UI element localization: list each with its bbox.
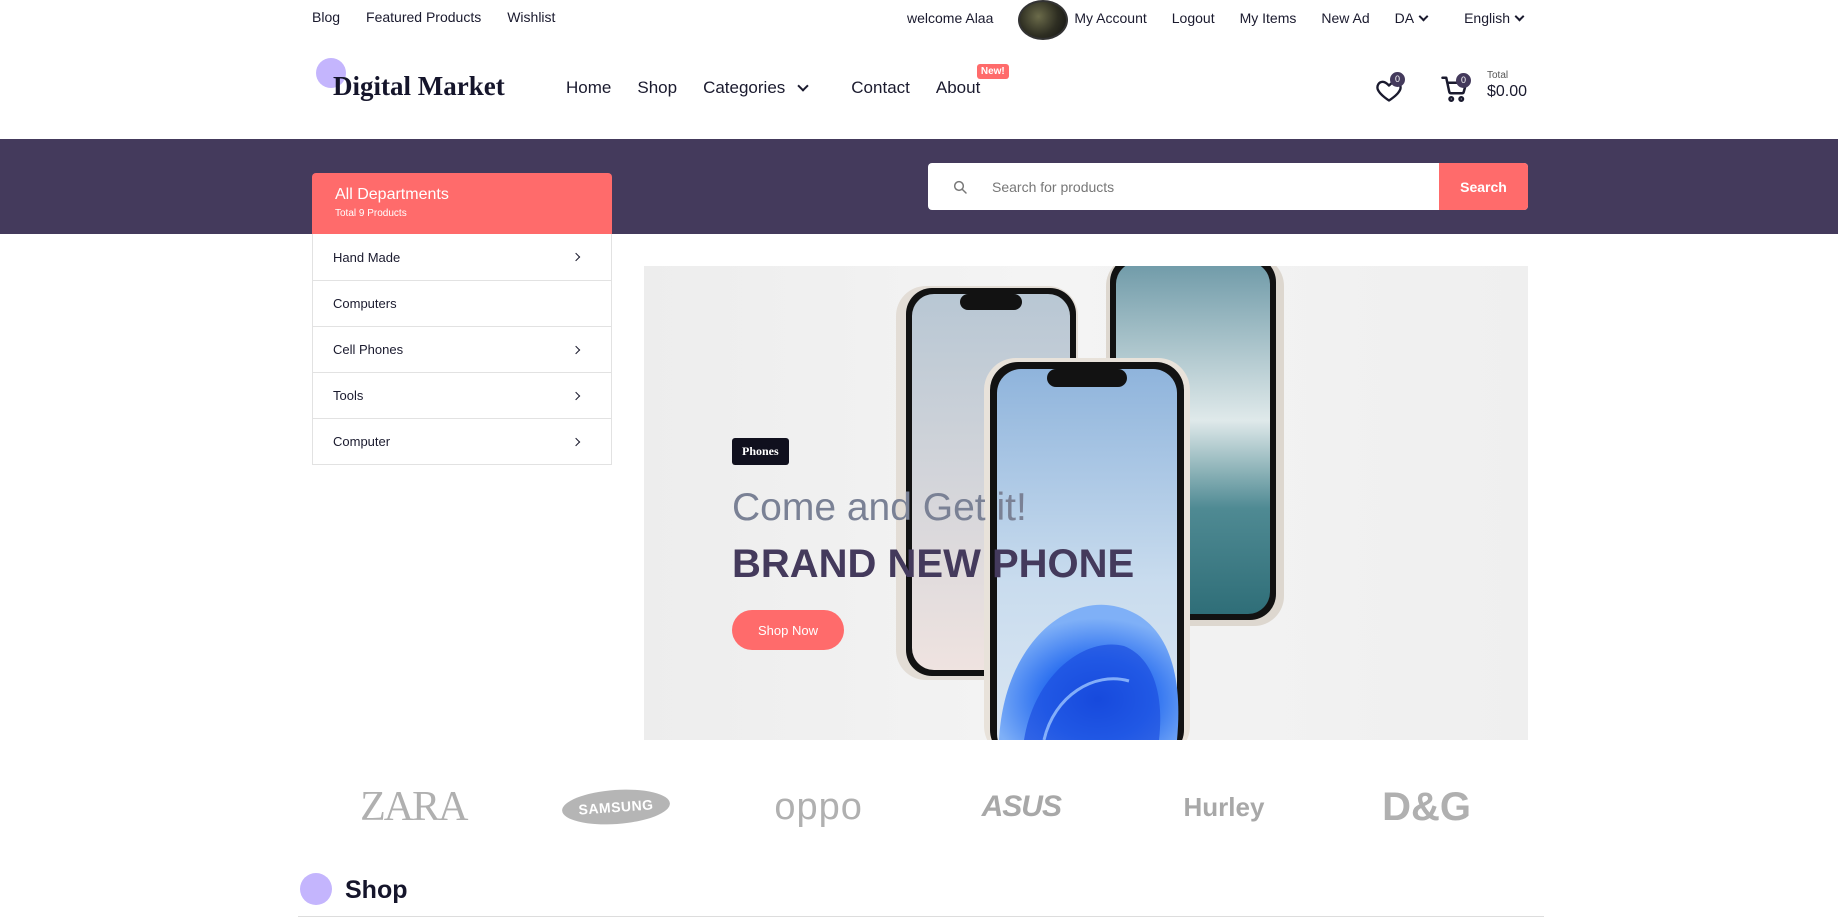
department-item-hand-made[interactable]: Hand Made bbox=[313, 234, 611, 280]
nav-categories[interactable]: Categories bbox=[703, 78, 825, 98]
hero-subtitle: Come and Get it! bbox=[732, 486, 1027, 529]
language-dropdown[interactable]: English bbox=[1464, 10, 1525, 26]
section-divider bbox=[298, 916, 1544, 917]
logout-link[interactable]: Logout bbox=[1172, 10, 1215, 26]
hero-category-tag: Phones bbox=[732, 438, 789, 465]
chevron-down-icon bbox=[797, 80, 809, 92]
my-account-label: My Account bbox=[1074, 10, 1147, 26]
chevron-right-icon bbox=[571, 345, 581, 354]
cart-button[interactable]: 0 bbox=[1440, 73, 1471, 104]
cart-total-amount: $0.00 bbox=[1487, 83, 1528, 100]
nav-home[interactable]: Home bbox=[566, 78, 611, 98]
department-label: Tools bbox=[333, 388, 364, 403]
shop-now-button[interactable]: Shop Now bbox=[732, 610, 844, 650]
nav-about[interactable]: About New! bbox=[935, 64, 1009, 98]
brand-name: SAMSUNG bbox=[560, 786, 672, 828]
brand-name: oppo bbox=[774, 785, 863, 828]
blog-link[interactable]: Blog bbox=[312, 9, 340, 25]
department-item-computers[interactable]: Computers bbox=[313, 280, 611, 326]
my-items-link[interactable]: My Items bbox=[1240, 10, 1297, 26]
department-item-tools[interactable]: Tools bbox=[313, 372, 611, 418]
main-nav: Home Shop Categories Contact About New! bbox=[566, 64, 1009, 98]
currency-dropdown[interactable]: DA bbox=[1394, 10, 1429, 26]
new-ad-link[interactable]: New Ad bbox=[1321, 10, 1369, 26]
new-badge: New! bbox=[976, 64, 1009, 79]
cart-count-badge: 0 bbox=[1456, 73, 1471, 88]
brand-logo-asus[interactable]: ASUS bbox=[941, 782, 1101, 832]
brand-logo-zara[interactable]: ZARA bbox=[333, 782, 493, 832]
featured-products-link[interactable]: Featured Products bbox=[366, 9, 481, 25]
search-button[interactable]: Search bbox=[1439, 163, 1528, 210]
avatar bbox=[1018, 0, 1069, 40]
department-label: Cell Phones bbox=[333, 342, 404, 357]
chevron-down-icon bbox=[1514, 11, 1525, 21]
brand-name: ZARA bbox=[360, 784, 468, 830]
search-icon bbox=[928, 163, 992, 210]
chevron-right-icon bbox=[571, 391, 581, 400]
nav-categories-label: Categories bbox=[703, 78, 786, 97]
top-bar: Blog Featured Products Wishlist welcome … bbox=[0, 0, 1838, 40]
wishlist-count-badge: 0 bbox=[1390, 72, 1405, 87]
welcome-text: welcome Alaa bbox=[907, 10, 994, 26]
site-logo[interactable]: Digital Market bbox=[333, 71, 505, 102]
department-label: Computer bbox=[333, 434, 391, 449]
chevron-down-icon bbox=[1418, 11, 1429, 21]
currency-label: DA bbox=[1394, 10, 1415, 26]
all-departments-header[interactable]: All Departments Total 9 Products bbox=[312, 173, 612, 234]
nav-contact[interactable]: Contact bbox=[851, 78, 910, 98]
hero-banner: Phones Come and Get it! BRAND NEW PHONE … bbox=[644, 266, 1528, 740]
brand-name: ASUS bbox=[981, 790, 1062, 823]
brand-logo-samsung[interactable]: SAMSUNG bbox=[536, 782, 696, 832]
section-title: Shop bbox=[345, 876, 408, 904]
section-dot bbox=[300, 873, 332, 905]
brand-name: Hurley bbox=[1183, 791, 1265, 822]
account-links: welcome Alaa My Account Logout My Items … bbox=[907, 0, 1525, 40]
brand-name: D&G bbox=[1382, 784, 1472, 829]
search-bar: Search bbox=[928, 163, 1528, 210]
departments-list: Hand Made Computers Cell Phones Tools Co… bbox=[312, 234, 612, 465]
nav-about-label: About bbox=[935, 78, 981, 97]
category-search-band bbox=[0, 139, 1838, 234]
brand-logo-oppo[interactable]: oppo bbox=[739, 782, 899, 832]
hero-title: BRAND NEW PHONE bbox=[732, 542, 1135, 586]
main-header: Digital Market Home Shop Categories Cont… bbox=[0, 36, 1838, 139]
wishlist-button[interactable]: 0 bbox=[1375, 72, 1405, 104]
language-label: English bbox=[1464, 10, 1510, 26]
department-label: Hand Made bbox=[333, 249, 401, 265]
brand-logos-row: ZARA SAMSUNG oppo ASUS Hurley D&G bbox=[312, 782, 1528, 832]
search-input[interactable] bbox=[992, 163, 1439, 210]
total-products-text: Total 9 Products bbox=[335, 208, 407, 219]
cart-total-label: Total bbox=[1487, 70, 1509, 81]
brand-logo-hurley[interactable]: Hurley bbox=[1144, 782, 1304, 832]
department-item-computer[interactable]: Computer bbox=[313, 418, 611, 464]
all-departments-title: All Departments bbox=[335, 186, 449, 203]
cart-total: Total $0.00 bbox=[1487, 70, 1527, 101]
chevron-right-icon bbox=[571, 437, 581, 446]
top-links: Blog Featured Products Wishlist bbox=[312, 9, 555, 25]
department-item-cell-phones[interactable]: Cell Phones bbox=[313, 326, 611, 372]
brand-logo-dg[interactable]: D&G bbox=[1347, 782, 1507, 832]
chevron-right-icon bbox=[571, 252, 581, 262]
nav-shop[interactable]: Shop bbox=[637, 78, 677, 98]
my-account-link[interactable]: My Account bbox=[1018, 0, 1147, 40]
wishlist-link[interactable]: Wishlist bbox=[507, 9, 555, 25]
department-label: Computers bbox=[333, 296, 397, 311]
